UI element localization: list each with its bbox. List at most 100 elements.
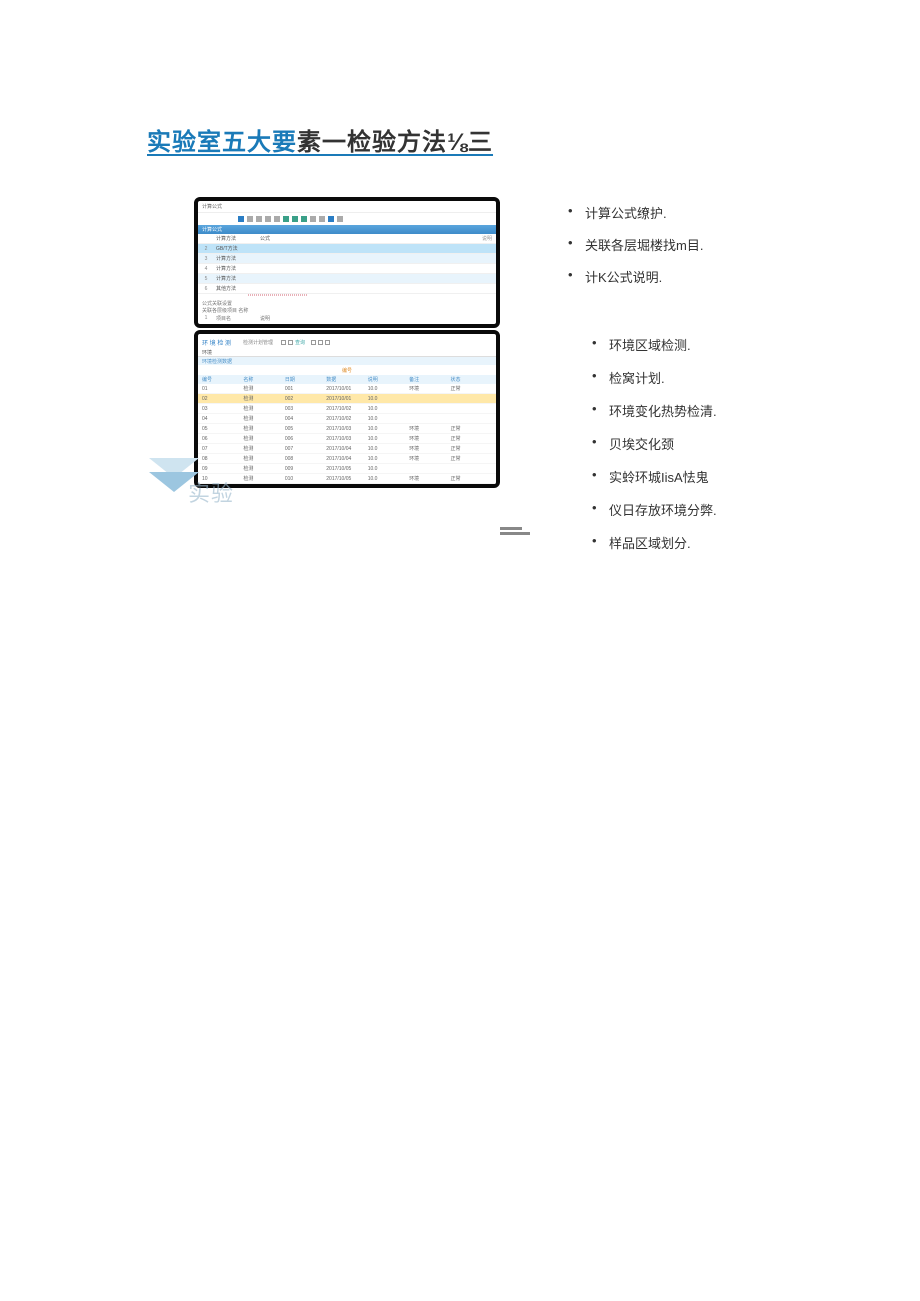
toolbar-icon[interactable] <box>325 340 330 345</box>
table-cell: 06 <box>202 436 243 442</box>
table-cell: 10.0 <box>368 466 409 472</box>
screen2-mid: 编号 <box>198 365 496 375</box>
toolbar-icon[interactable] <box>337 216 343 222</box>
table-cell: 检测 <box>243 415 284 422</box>
table-cell: 正常 <box>451 445 492 452</box>
table-row[interactable]: 02检测0022017/10/0110.0 <box>198 394 496 404</box>
watermark-text: 实验 <box>188 476 234 508</box>
table-cell: 07 <box>202 446 243 452</box>
table-cell: 10.0 <box>368 426 409 432</box>
table-cell: 正常 <box>451 425 492 432</box>
table-cell: 检测 <box>243 455 284 462</box>
title-part2: 素一检 <box>297 129 372 156</box>
toolbar-icon[interactable] <box>283 216 289 222</box>
bullets-sub: 环境区域检测. 检窝计划. 环境变化热势检清. 贝埃交化颈 实蛉环城IisA怯鬼… <box>580 335 717 566</box>
toolbar-icon[interactable] <box>328 216 334 222</box>
toolbar-icon[interactable] <box>318 340 323 345</box>
table-cell: 009 <box>285 466 326 472</box>
bullet-item: 计算公式缭护. <box>556 203 703 222</box>
toolbar-icon[interactable] <box>281 340 286 345</box>
screenshot-lower: 环 境 检 测 检测计划管理 查询 环境 环境检测数据 编号 编号 名称 日期 … <box>194 330 500 488</box>
toolbar-icon[interactable] <box>301 216 307 222</box>
table-cell: 09 <box>202 466 243 472</box>
table-row[interactable]: 3 计算方法 <box>198 254 496 264</box>
table-cell: 10.0 <box>368 386 409 392</box>
table-cell: 检测 <box>243 475 284 482</box>
table-row[interactable]: 03检测0032017/10/0210.0 <box>198 404 496 414</box>
bullet-item: 贝埃交化颈 <box>580 434 717 453</box>
toolbar-icon[interactable] <box>247 216 253 222</box>
table-row[interactable]: 08检测0082017/10/0410.0环境正常 <box>198 454 496 464</box>
table-cell: 006 <box>285 436 326 442</box>
toolbar-icon[interactable] <box>265 216 271 222</box>
table-cell: 2017/10/03 <box>326 436 367 442</box>
table-row[interactable]: 09检测0092017/10/0510.0 <box>198 464 496 474</box>
table-cell: 正常 <box>451 455 492 462</box>
title-part3: 验方法⅛三 <box>372 129 493 156</box>
table-cell: 检测 <box>243 445 284 452</box>
table-row[interactable]: 5 计算方法 <box>198 274 496 284</box>
table-row[interactable]: 01检测0012017/10/0110.0环境正常 <box>198 384 496 394</box>
table-row[interactable]: 07检测0072017/10/0410.0环境正常 <box>198 444 496 454</box>
toolbar-icon[interactable] <box>256 216 262 222</box>
table-cell: 002 <box>285 396 326 402</box>
tab[interactable]: 环境 <box>202 349 212 356</box>
table-cell: 2017/10/01 <box>326 396 367 402</box>
table-cell: 10.0 <box>368 456 409 462</box>
screen1-toolbar <box>198 213 496 225</box>
table-cell: 08 <box>202 456 243 462</box>
table-row[interactable]: 6 其他方法 <box>198 284 496 294</box>
screenshot-upper: 计算公式 计算公式 计算方法 公式 说明 2 GB/T方法 <box>194 197 500 328</box>
col-header: 计算方法 <box>210 235 260 242</box>
table-cell: 004 <box>285 416 326 422</box>
toolbar-subtitle: 检测计划管理 <box>243 339 273 346</box>
toolbar-icon[interactable] <box>292 216 298 222</box>
bullet-item: 仪日存放环境分弊. <box>580 500 717 519</box>
table-cell: 正常 <box>451 475 492 482</box>
toolbar-title: 环 境 检 测 <box>202 338 231 347</box>
screen2-section-header: 环境检测数据 <box>198 357 496 365</box>
toolbar-icon[interactable] <box>274 216 280 222</box>
table-cell: 环境 <box>409 425 450 432</box>
table-cell: 检测 <box>243 435 284 442</box>
table-cell: 2017/10/02 <box>326 416 367 422</box>
divider <box>248 294 308 296</box>
table-cell: 环境 <box>409 385 450 392</box>
table-header-row: 编号 名称 日期 数据 说明 备注 状态 <box>198 375 496 384</box>
table-row[interactable]: 4 计算方法 <box>198 264 496 274</box>
table-cell: 01 <box>202 386 243 392</box>
screen1-footer: 公式关联设置 关联各层级项目 名称 1 项目名 说明 <box>198 298 496 324</box>
table-cell: 005 <box>285 426 326 432</box>
table-row[interactable]: 05检测0052017/10/0310.0环境正常 <box>198 424 496 434</box>
bullets-main: 计算公式缭护. 关联各层堀楼找m目. 计K公式说明. <box>556 203 703 299</box>
table-row[interactable]: 04检测0042017/10/0210.0 <box>198 414 496 424</box>
dash-mark-icon <box>500 527 530 537</box>
bullet-item: 计K公式说明. <box>556 267 703 286</box>
table-cell: 03 <box>202 406 243 412</box>
toolbar-icon[interactable] <box>288 340 293 345</box>
table-cell: 2017/10/03 <box>326 426 367 432</box>
table-cell: 04 <box>202 416 243 422</box>
toolbar-icon[interactable] <box>311 340 316 345</box>
table-cell: 05 <box>202 426 243 432</box>
table-cell: 检测 <box>243 405 284 412</box>
table-cell: 环境 <box>409 455 450 462</box>
table-cell: 环境 <box>409 475 450 482</box>
table-cell: 检测 <box>243 395 284 402</box>
table-row[interactable]: 2 GB/T方法 <box>198 244 496 254</box>
toolbar-icon[interactable] <box>319 216 325 222</box>
table-cell: 007 <box>285 446 326 452</box>
table-row[interactable]: 10检测0102017/10/0510.0环境正常 <box>198 474 496 484</box>
screen1-header: 计算公式 <box>198 201 496 213</box>
toolbar-action[interactable]: 查询 <box>295 339 305 346</box>
toolbar-icon[interactable] <box>310 216 316 222</box>
table-cell: 008 <box>285 456 326 462</box>
table-cell: 10.0 <box>368 406 409 412</box>
table-row[interactable]: 06检测0062017/10/0310.0环境正常 <box>198 434 496 444</box>
table-cell: 2017/10/04 <box>326 456 367 462</box>
toolbar-icon[interactable] <box>238 216 244 222</box>
table-cell: 2017/10/02 <box>326 406 367 412</box>
table-cell: 2017/10/01 <box>326 386 367 392</box>
footer-row: 1 项目名 说明 <box>202 314 492 322</box>
table-cell: 正常 <box>451 435 492 442</box>
